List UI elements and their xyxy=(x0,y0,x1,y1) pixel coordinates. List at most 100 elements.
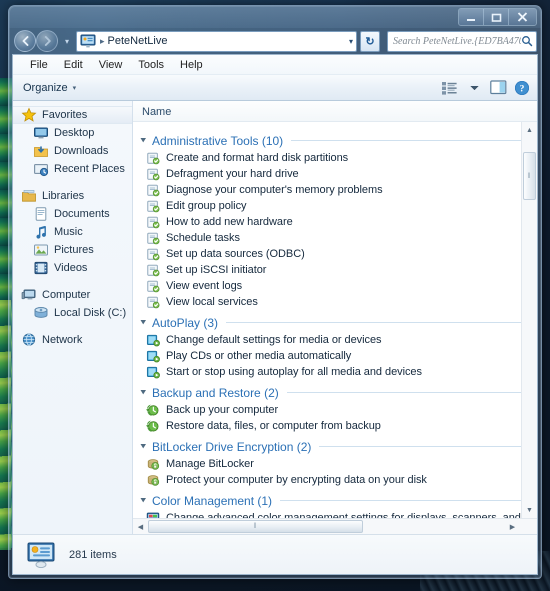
list-item[interactable]: Edit group policy xyxy=(137,198,537,214)
sidebar-item-videos[interactable]: Videos xyxy=(13,259,132,277)
horizontal-scrollbar[interactable]: ◀ ‖ ▶ xyxy=(133,518,537,534)
control-panel-status-icon xyxy=(27,542,55,568)
list-item[interactable]: Defragment your hard drive xyxy=(137,166,537,182)
breadcrumb-separator: ▸ xyxy=(100,35,105,46)
admin-tools-icon xyxy=(147,200,160,213)
views-button[interactable] xyxy=(439,78,461,98)
pictures-icon xyxy=(34,244,48,256)
help-button[interactable]: ? xyxy=(511,78,533,98)
sidebar-item-music[interactable]: Music xyxy=(13,223,132,241)
music-icon xyxy=(36,226,46,239)
vertical-scrollbar[interactable]: ▲ ‖ ▼ xyxy=(521,122,537,518)
address-dropdown-icon[interactable]: ▾ xyxy=(349,32,353,51)
autoplay-icon xyxy=(146,366,160,379)
list-item[interactable]: Create and format hard disk partitions xyxy=(137,150,537,166)
recent-places-icon xyxy=(34,164,49,177)
collapse-triangle-icon[interactable] xyxy=(139,318,148,327)
list-item[interactable]: Diagnose your computer's memory problems xyxy=(137,182,537,198)
sidebar-item-computer[interactable]: Computer xyxy=(13,286,132,304)
list-item[interactable]: Back up your computer xyxy=(137,402,537,418)
address-bar[interactable]: ▸ PeteNetLive ▾ xyxy=(76,30,357,52)
menu-tools[interactable]: Tools xyxy=(130,56,172,74)
section-divider xyxy=(226,322,537,323)
minimize-button[interactable] xyxy=(459,9,484,25)
menu-edit[interactable]: Edit xyxy=(56,56,91,74)
refresh-button[interactable]: ↻ xyxy=(360,30,380,52)
list-item[interactable]: View event logs xyxy=(137,278,537,294)
search-input[interactable]: Search PeteNetLive.{ED7BA470-8E54-… xyxy=(393,36,521,47)
sidebar-label: Favorites xyxy=(42,109,88,121)
list-item[interactable]: Change default settings for media or dev… xyxy=(137,332,537,348)
title-bar[interactable] xyxy=(9,6,541,28)
sidebar-label: Downloads xyxy=(54,145,109,157)
collapse-triangle-icon[interactable] xyxy=(139,388,148,397)
list-item[interactable]: Restore data, files, or computer from ba… xyxy=(137,418,537,434)
collapse-triangle-icon[interactable] xyxy=(139,442,148,451)
maximize-button[interactable] xyxy=(484,9,509,25)
section-header[interactable]: Administrative Tools (10) xyxy=(137,131,537,150)
list-item[interactable]: Play CDs or other media automatically xyxy=(137,348,537,364)
list-item[interactable]: How to add new hardware xyxy=(137,214,537,230)
sidebar-item-desktop[interactable]: Desktop xyxy=(13,124,132,142)
column-header-name[interactable]: Name xyxy=(133,106,171,121)
sidebar-item-network[interactable]: Network xyxy=(13,331,132,349)
menu-file[interactable]: File xyxy=(22,56,56,74)
sidebar-item-documents[interactable]: Documents xyxy=(13,205,132,223)
list-item[interactable]: Set up data sources (ODBC) xyxy=(137,246,537,262)
section-header[interactable]: Color Management (1) xyxy=(137,491,537,510)
list-item-label: Back up your computer xyxy=(166,404,279,416)
breadcrumb-current[interactable]: PeteNetLive xyxy=(108,35,168,47)
list-item[interactable]: Set up iSCSI initiator xyxy=(137,262,537,278)
list-item-label: How to add new hardware xyxy=(166,216,293,228)
scroll-right-arrow[interactable]: ▶ xyxy=(505,523,520,531)
section-header[interactable]: Backup and Restore (2) xyxy=(137,383,537,402)
sidebar-item-libraries[interactable]: Libraries xyxy=(13,187,132,205)
list-item[interactable]: Manage BitLocker xyxy=(137,456,537,472)
section-divider xyxy=(280,500,537,501)
collapse-triangle-icon[interactable] xyxy=(139,136,148,145)
menu-view[interactable]: View xyxy=(91,56,131,74)
toolbar-right-group: ? xyxy=(439,78,533,98)
section-title: AutoPlay (3) xyxy=(152,315,219,330)
list-item[interactable]: View local services xyxy=(137,294,537,310)
scroll-up-arrow[interactable]: ▲ xyxy=(522,122,537,138)
back-button[interactable] xyxy=(14,30,36,52)
search-box[interactable]: Search PeteNetLive.{ED7BA470-8E54-… xyxy=(387,30,537,52)
organize-button[interactable]: Organize ▾ xyxy=(23,82,76,94)
list-section: BitLocker Drive Encryption (2) Manage Bit… xyxy=(137,437,537,488)
list-item[interactable]: Schedule tasks xyxy=(137,230,537,246)
forward-button[interactable] xyxy=(36,30,58,52)
section-header[interactable]: AutoPlay (3) xyxy=(137,313,537,332)
clipped-row-top xyxy=(137,122,537,128)
list-item-label: Start or stop using autoplay for all med… xyxy=(166,366,422,378)
scroll-left-arrow[interactable]: ◀ xyxy=(133,523,148,531)
list-item[interactable]: Change advanced color management setting… xyxy=(137,510,537,518)
navigation-row: ▾ ▸ PeteNetLive ▾ ↻ Search PeteNetLive.{… xyxy=(9,28,541,54)
admin-tools-icon xyxy=(147,168,160,181)
autoplay-icon xyxy=(146,334,160,347)
horizontal-scroll-thumb[interactable]: ‖ xyxy=(148,520,363,533)
preview-pane-button[interactable] xyxy=(487,78,509,98)
close-button[interactable] xyxy=(509,9,536,25)
control-panel-icon xyxy=(80,34,96,48)
views-dropdown-button[interactable] xyxy=(463,78,485,98)
menu-help[interactable]: Help xyxy=(172,56,211,74)
vertical-scroll-thumb[interactable]: ‖ xyxy=(523,152,536,200)
sidebar-item-favorites[interactable]: Favorites xyxy=(13,106,132,124)
section-header[interactable]: BitLocker Drive Encryption (2) xyxy=(137,437,537,456)
recent-pages-dropdown[interactable]: ▾ xyxy=(62,37,72,46)
list-item-label: Edit group policy xyxy=(166,200,247,212)
sidebar-label: Music xyxy=(54,226,83,238)
list-section: Backup and Restore (2) Back up your compu… xyxy=(137,383,537,434)
list-item[interactable]: Start or stop using autoplay for all med… xyxy=(137,364,537,380)
libraries-icon xyxy=(22,190,36,202)
admin-tools-icon xyxy=(147,152,160,165)
sidebar-item-pictures[interactable]: Pictures xyxy=(13,241,132,259)
sidebar-item-downloads[interactable]: Downloads xyxy=(13,142,132,160)
documents-icon xyxy=(35,207,47,221)
scroll-down-arrow[interactable]: ▼ xyxy=(522,502,537,518)
collapse-triangle-icon[interactable] xyxy=(139,496,148,505)
list-item[interactable]: Protect your computer by encrypting data… xyxy=(137,472,537,488)
sidebar-item-recent-places[interactable]: Recent Places xyxy=(13,160,132,178)
sidebar-item-local-disk[interactable]: Local Disk (C:) xyxy=(13,304,132,322)
